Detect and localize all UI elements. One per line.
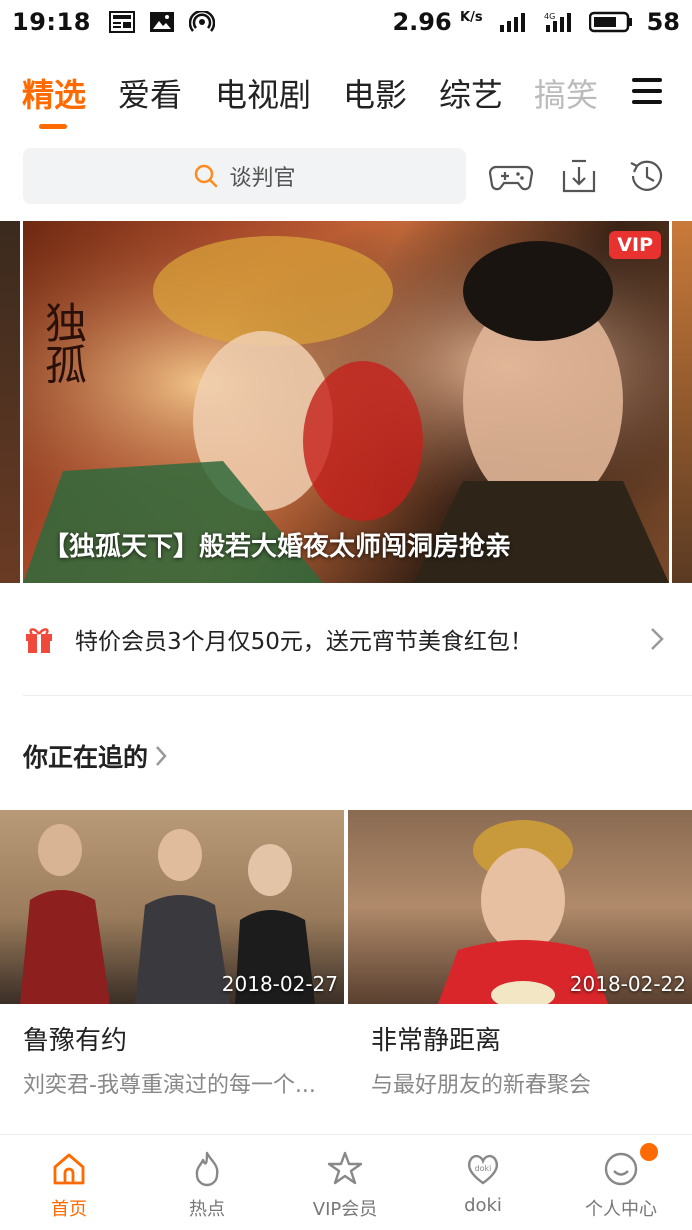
banner-next-peek[interactable] bbox=[672, 221, 692, 583]
bottom-nav-label: 热点 bbox=[189, 1199, 225, 1220]
video-thumbnail[interactable]: 2018-02-22 bbox=[348, 810, 692, 1004]
search-bar[interactable]: 谈判官 bbox=[23, 148, 466, 204]
video-date: 2018-02-27 bbox=[221, 972, 338, 996]
section-heading[interactable]: 你正在追的 bbox=[23, 738, 168, 774]
bottom-nav-home[interactable]: 首页 bbox=[14, 1149, 124, 1221]
tab-tv-series[interactable]: 电视剧 bbox=[215, 70, 311, 116]
game-controller-icon[interactable] bbox=[488, 153, 534, 199]
bottom-nav-label: 个人中心 bbox=[585, 1199, 657, 1220]
image-notification-icon bbox=[149, 12, 174, 32]
bottom-nav-label: VIP会员 bbox=[312, 1199, 378, 1220]
bottom-nav-vip[interactable]: VIP会员 bbox=[290, 1149, 400, 1221]
profile-icon bbox=[604, 1152, 638, 1186]
download-icon[interactable] bbox=[556, 153, 602, 199]
video-card[interactable]: 2018-02-27 鲁豫有约 刘奕君-我尊重演过的每一个... bbox=[0, 810, 344, 1099]
vip-badge: VIP bbox=[609, 231, 661, 259]
home-icon bbox=[53, 1153, 85, 1185]
video-subtitle: 与最好朋友的新春聚会 bbox=[371, 1073, 592, 1098]
flame-icon bbox=[195, 1151, 219, 1187]
promo-text: 特价会员3个月仅50元，送元宵节美食红包！ bbox=[75, 629, 533, 655]
notification-dot bbox=[640, 1143, 658, 1161]
history-icon[interactable] bbox=[624, 153, 670, 199]
bottom-nav: 首页 热点 VIP会员 doki doki 个人中心 bbox=[0, 1134, 692, 1230]
chevron-right-icon bbox=[156, 746, 167, 766]
video-title: 非常静距离 bbox=[371, 1026, 502, 1056]
vip-star-icon bbox=[327, 1151, 363, 1185]
battery-icon bbox=[588, 11, 632, 33]
tab-movies[interactable]: 电影 bbox=[343, 70, 407, 116]
signal-4g-icon: 4G bbox=[544, 12, 571, 32]
banner-prev-peek[interactable] bbox=[0, 221, 20, 583]
bottom-nav-hot[interactable]: 热点 bbox=[152, 1149, 262, 1221]
video-date: 2018-02-22 bbox=[569, 972, 686, 996]
bottom-nav-profile[interactable]: 个人中心 bbox=[566, 1143, 676, 1221]
video-thumbnail[interactable]: 2018-02-27 bbox=[0, 810, 344, 1004]
battery-level: 58 bbox=[646, 8, 680, 36]
signal-icon bbox=[499, 13, 525, 32]
top-nav-tabs: 精选 爱看 电视剧 电影 综艺 搞笑 bbox=[0, 62, 692, 132]
video-card[interactable]: 2018-02-22 非常静距离 与最好朋友的新春聚会 bbox=[348, 810, 692, 1099]
divider bbox=[23, 695, 692, 696]
news-notification-icon bbox=[108, 11, 135, 33]
bottom-nav-doki[interactable]: doki doki bbox=[428, 1149, 538, 1216]
video-subtitle: 刘奕君-我尊重演过的每一个... bbox=[23, 1073, 316, 1098]
status-bar: 19:18 2.96 K/s 4G 58 bbox=[0, 0, 692, 44]
hotspot-icon bbox=[188, 11, 215, 32]
video-title: 鲁豫有约 bbox=[23, 1026, 128, 1056]
tab-favorites[interactable]: 爱看 bbox=[118, 70, 182, 116]
tab-featured[interactable]: 精选 bbox=[22, 70, 86, 116]
section-title: 你正在追的 bbox=[23, 743, 149, 772]
bottom-nav-label: doki bbox=[464, 1195, 502, 1216]
svg-text:4G: 4G bbox=[544, 12, 555, 21]
status-time: 19:18 bbox=[12, 8, 91, 36]
doki-heart-icon: doki bbox=[468, 1154, 498, 1185]
menu-icon[interactable] bbox=[632, 78, 662, 104]
svg-text:独孤: 独孤 bbox=[39, 301, 88, 385]
featured-banner[interactable]: 独孤 VIP 【独孤天下】般若大婚夜太师闯洞房抢亲 bbox=[23, 221, 669, 583]
tab-comedy[interactable]: 搞笑 bbox=[534, 70, 598, 116]
bottom-nav-label: 首页 bbox=[51, 1199, 87, 1220]
promo-row[interactable]: 特价会员3个月仅50元，送元宵节美食红包！ bbox=[23, 606, 673, 672]
tab-variety[interactable]: 综艺 bbox=[439, 70, 503, 116]
banner-caption: 【独孤天下】般若大婚夜太师闯洞房抢亲 bbox=[43, 532, 512, 562]
search-icon bbox=[195, 164, 218, 188]
network-speed: 2.96 K/s bbox=[392, 8, 483, 36]
search-placeholder: 谈判官 bbox=[229, 166, 296, 191]
gift-icon bbox=[26, 628, 52, 653]
chevron-right-icon bbox=[651, 628, 664, 650]
active-tab-indicator bbox=[39, 124, 67, 129]
svg-text:doki: doki bbox=[475, 1164, 492, 1173]
